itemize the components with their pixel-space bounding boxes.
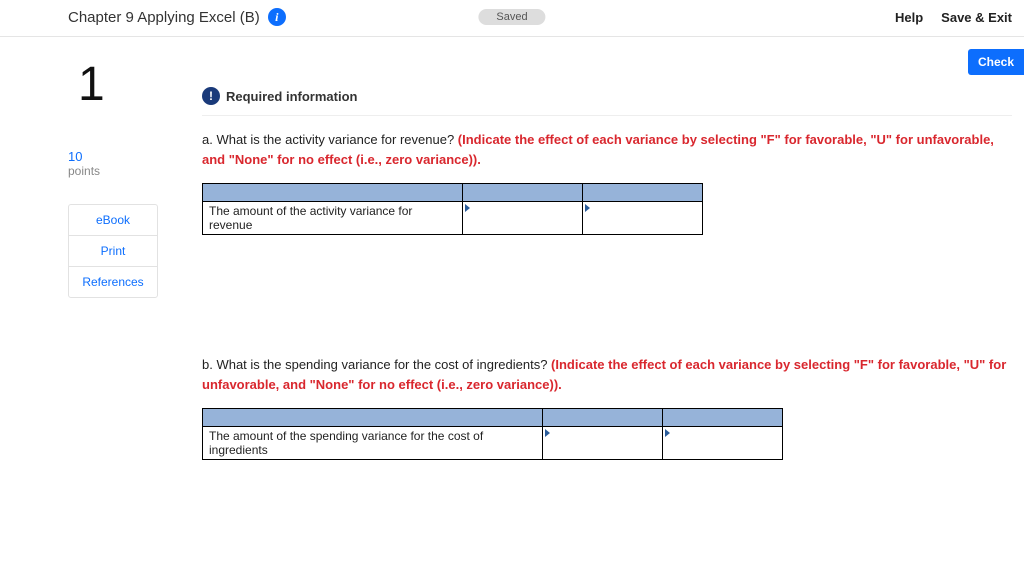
table-b-amount-input[interactable] [543,427,663,460]
answer-table-b: The amount of the spending variance for … [202,408,783,460]
required-label: Required information [226,89,357,104]
references-link[interactable]: References [69,266,157,297]
table-a-effect-input[interactable] [583,202,703,235]
content: Check 1 10 points eBook Print References… [0,37,1024,500]
table-a-header-2 [463,184,583,202]
save-exit-link[interactable]: Save & Exit [941,10,1012,25]
required-row: ! Required information [202,87,1012,116]
table-a-header-3 [583,184,703,202]
question-b: b. What is the spending variance for the… [202,355,1012,394]
info-icon[interactable]: i [268,8,286,26]
table-a-row-label: The amount of the activity variance for … [203,202,463,235]
question-a: a. What is the activity variance for rev… [202,130,1012,169]
question-b-text: b. What is the spending variance for the… [202,357,551,372]
ebook-link[interactable]: eBook [69,205,157,235]
saved-badge: Saved [478,9,545,25]
help-link[interactable]: Help [895,10,923,25]
main-column: ! Required information a. What is the ac… [178,57,1012,470]
table-b-header-3 [663,409,783,427]
points-value: 10 [68,149,178,164]
points-label: points [68,164,178,178]
layout: 1 10 points eBook Print References ! Req… [0,57,1024,470]
check-button[interactable]: Check [968,49,1024,75]
page-title: Chapter 9 Applying Excel (B) [68,9,260,26]
table-a-header-1 [203,184,463,202]
question-number: 1 [78,61,178,109]
top-bar: Chapter 9 Applying Excel (B) i Saved Hel… [0,0,1024,37]
side-column: 1 10 points eBook Print References [68,57,178,470]
question-a-text: a. What is the activity variance for rev… [202,132,458,147]
alert-icon: ! [202,87,220,105]
table-b-effect-input[interactable] [663,427,783,460]
print-link[interactable]: Print [69,235,157,266]
table-b-header-2 [543,409,663,427]
top-actions: Help Save & Exit [895,10,1012,25]
table-b-row-label: The amount of the spending variance for … [203,427,543,460]
side-links: eBook Print References [68,204,158,298]
table-b-header-1 [203,409,543,427]
table-a-amount-input[interactable] [463,202,583,235]
answer-table-a: The amount of the activity variance for … [202,183,703,235]
